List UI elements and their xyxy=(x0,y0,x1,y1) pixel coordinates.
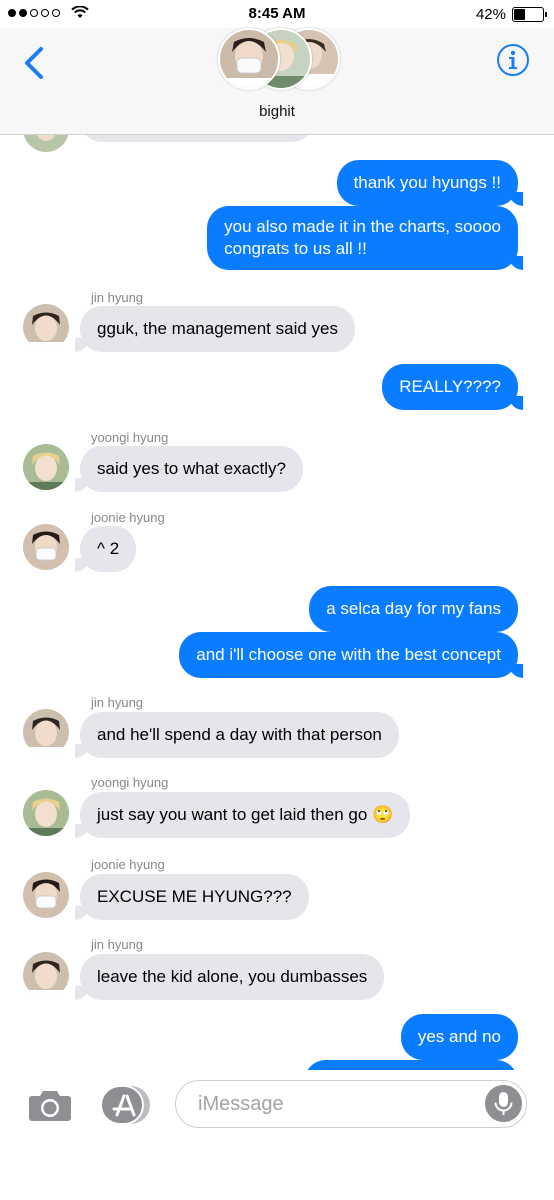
compose-bar: iMessage xyxy=(0,1070,554,1200)
microphone-icon[interactable] xyxy=(485,1085,522,1122)
battery-indicator: 42% xyxy=(475,6,547,23)
app-store-icon[interactable] xyxy=(100,1085,152,1125)
battery-icon xyxy=(512,7,547,22)
avatar xyxy=(23,872,69,918)
message-bubble-received[interactable]: leave the kid alone, you dumbasses xyxy=(74,954,385,1000)
sender-name: jin hyung xyxy=(91,290,144,305)
message-bubble-sent[interactable]: yes and no xyxy=(400,1014,518,1060)
message-bubble-sent[interactable]: REALLY???? xyxy=(382,364,523,410)
message-bubble-received[interactable]: just say you want to get laid then go 🙄 xyxy=(74,792,411,838)
message-bubble-received[interactable]: gguk, the management said yes xyxy=(75,306,355,352)
info-icon[interactable] xyxy=(496,43,530,77)
message-bubble-sent[interactable]: thank you hyungs !! xyxy=(336,160,524,206)
avatar xyxy=(23,952,69,998)
message-bubble-received[interactable]: said yes to what exactly? xyxy=(75,446,303,492)
message-bubble-sent[interactable]: you also made it in the charts, soooo co… xyxy=(207,206,523,270)
sender-name: joonie hyung xyxy=(91,510,165,525)
avatar xyxy=(23,444,69,490)
group-name: bighit xyxy=(259,103,295,120)
message-bubble-sent[interactable]: a selca day for my fans xyxy=(309,586,518,632)
avatar xyxy=(23,524,69,570)
avatar xyxy=(23,790,69,836)
avatar xyxy=(23,134,69,152)
message-thread[interactable]: thank you hyungs !! you also made it in … xyxy=(0,134,554,1070)
status-bar: 8:45 AM 42% xyxy=(0,0,554,28)
status-time: 8:45 AM xyxy=(248,5,306,22)
message-input-placeholder: iMessage xyxy=(198,1093,284,1115)
message-bubble-received[interactable]: and he'll spend a day with that person xyxy=(75,712,399,758)
avatar xyxy=(23,709,69,755)
message-bubble-received[interactable]: EXCUSE ME HYUNG??? xyxy=(75,874,309,920)
battery-percent: 42% xyxy=(475,6,506,23)
avatar xyxy=(218,28,280,90)
message-bubble-received[interactable] xyxy=(80,134,314,147)
camera-icon[interactable] xyxy=(28,1088,72,1122)
sender-name: jin hyung xyxy=(91,937,144,952)
sender-name: joonie hyung xyxy=(91,857,165,872)
message-bubble-sent[interactable]: and i'll choose one with the best concep… xyxy=(179,632,523,678)
conversation-header: bighit xyxy=(0,28,554,135)
back-chevron-icon[interactable] xyxy=(22,46,46,80)
message-bubble-received[interactable]: ^ 2 xyxy=(74,526,137,572)
sender-name: yoongi hyung xyxy=(91,430,169,445)
avatar xyxy=(23,304,69,350)
group-avatars[interactable]: bighit xyxy=(214,28,340,120)
message-input[interactable]: iMessage xyxy=(175,1080,527,1128)
sender-name: jin hyung xyxy=(91,695,144,710)
message-bubble-sent[interactable] xyxy=(304,1060,518,1070)
sender-name: yoongi hyung xyxy=(91,775,169,790)
